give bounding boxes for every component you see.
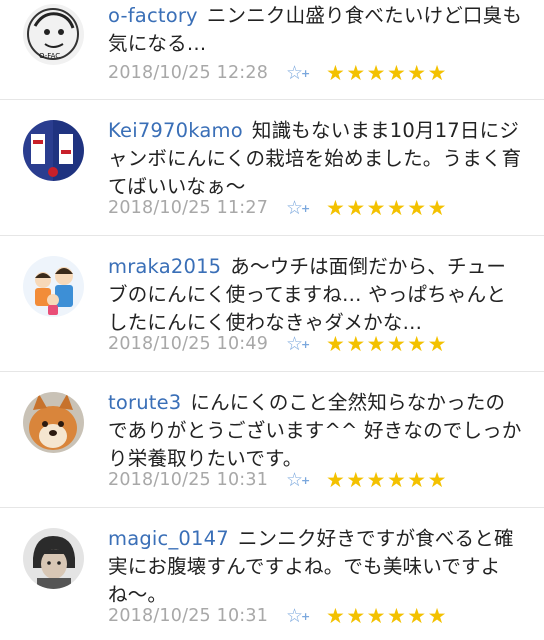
star-rating: ★★★★★★ — [326, 196, 448, 220]
plus-icon: + — [301, 202, 311, 215]
username-link[interactable]: Kei7970kamo — [108, 119, 243, 142]
username-link[interactable]: mraka2015 — [108, 255, 221, 278]
comment-item: torute3 にんにくのこと全然知らなかったのでありがとうございます^^ 好きな… — [0, 372, 544, 508]
comment-item: mraka2015 あ〜ウチは面倒だから、チューブのにんにく使ってますね… やっぱ… — [0, 236, 544, 372]
star-rating: ★★★★★★ — [326, 61, 448, 85]
add-star-button[interactable]: ☆ + — [286, 470, 326, 490]
avatar[interactable] — [23, 256, 84, 317]
timestamp: 2018/10/25 10:49 — [108, 334, 269, 354]
add-star-button[interactable]: ☆ + — [286, 198, 326, 218]
plus-icon: + — [301, 67, 311, 80]
comment-item: magic_0147 ニンニク好きですが食べると確実にお腹壊すんですよね。でも美味… — [0, 508, 544, 640]
plus-icon: + — [301, 474, 311, 487]
plus-icon: + — [301, 610, 311, 623]
comment-meta: 2018/10/25 12:28 ☆ + ★★★★★★ — [108, 60, 448, 86]
avatar-image — [23, 528, 84, 589]
comment-body: torute3 にんにくのこと全然知らなかったのでありがとうございます^^ 好きな… — [108, 389, 522, 473]
star-rating: ★★★★★★ — [326, 468, 448, 492]
timestamp: 2018/10/25 12:28 — [108, 63, 269, 83]
timestamp: 2018/10/25 10:31 — [108, 606, 269, 626]
timestamp: 2018/10/25 10:31 — [108, 470, 269, 490]
star-rating: ★★★★★★ — [326, 604, 448, 628]
comment-feed: O-FAC o-factory ニンニク山盛り食べたいけど口臭も気になる… 201… — [0, 0, 544, 640]
comment-body: mraka2015 あ〜ウチは面倒だから、チューブのにんにく使ってますね… やっぱ… — [108, 253, 522, 337]
comment-body: magic_0147 ニンニク好きですが食べると確実にお腹壊すんですよね。でも美味… — [108, 525, 522, 609]
avatar-image: O-FAC — [23, 4, 84, 65]
comment-item: Kei7970kamo 知識もないまま10月17日にジャンボにんにくの栽培を始めま… — [0, 100, 544, 236]
avatar-logo-text: O-FAC — [39, 52, 60, 60]
comment-meta: 2018/10/25 10:31 ☆ + ★★★★★★ — [108, 467, 448, 493]
timestamp: 2018/10/25 11:27 — [108, 198, 269, 218]
star-rating: ★★★★★★ — [326, 332, 448, 356]
plus-icon: + — [301, 338, 311, 351]
comment-body: Kei7970kamo 知識もないまま10月17日にジャンボにんにくの栽培を始めま… — [108, 117, 522, 201]
avatar[interactable]: O-FAC — [23, 4, 84, 65]
add-star-button[interactable]: ☆ + — [286, 63, 326, 83]
comment-meta: 2018/10/25 10:49 ☆ + ★★★★★★ — [108, 331, 448, 357]
avatar[interactable] — [23, 528, 84, 589]
username-link[interactable]: magic_0147 — [108, 527, 229, 550]
comment-body: o-factory ニンニク山盛り食べたいけど口臭も気になる… — [108, 2, 522, 58]
avatar[interactable] — [23, 392, 84, 453]
comment-item: O-FAC o-factory ニンニク山盛り食べたいけど口臭も気になる… 201… — [0, 0, 544, 100]
username-link[interactable]: torute3 — [108, 391, 181, 414]
add-star-button[interactable]: ☆ + — [286, 334, 326, 354]
avatar-image — [23, 392, 84, 453]
comment-meta: 2018/10/25 11:27 ☆ + ★★★★★★ — [108, 195, 448, 221]
avatar[interactable] — [23, 120, 84, 181]
comment-meta: 2018/10/25 10:31 ☆ + ★★★★★★ — [108, 603, 448, 629]
avatar-image — [23, 120, 84, 181]
username-link[interactable]: o-factory — [108, 4, 198, 27]
add-star-button[interactable]: ☆ + — [286, 606, 326, 626]
avatar-image — [23, 256, 84, 317]
